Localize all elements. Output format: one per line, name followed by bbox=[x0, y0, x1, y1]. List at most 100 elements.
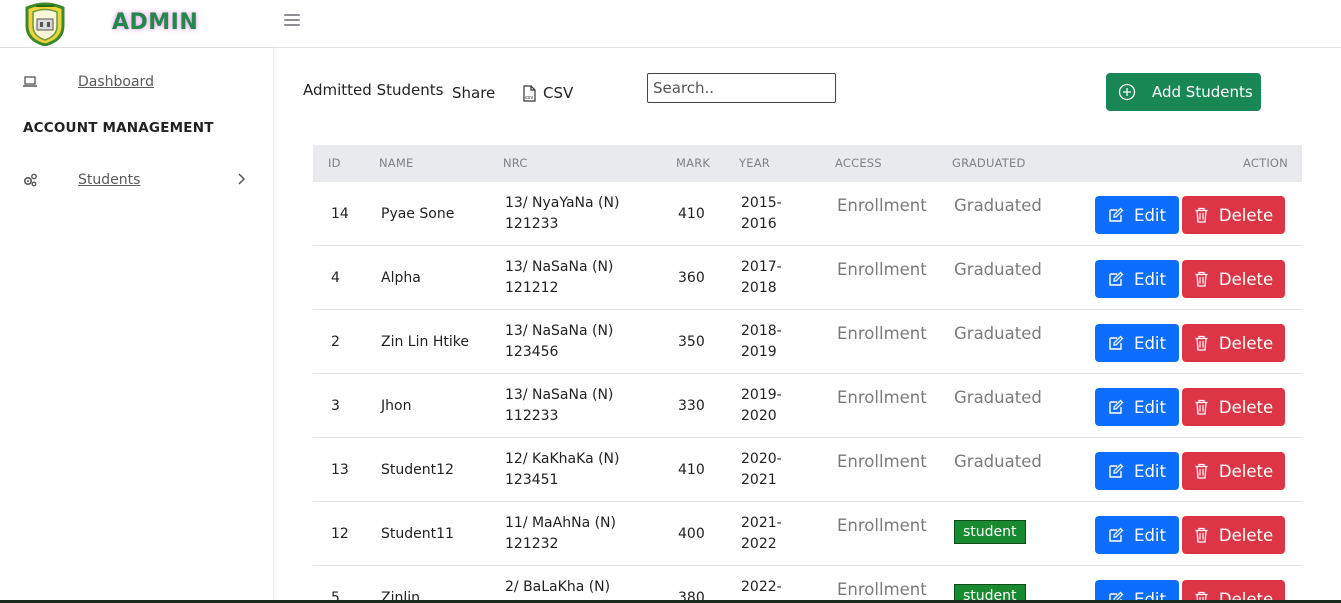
nrc-line: 13/ NyaYaNa (N) bbox=[505, 195, 620, 211]
cell-nrc: 11/ MaAhNa (N) 121232 bbox=[505, 513, 616, 555]
delete-label: Delete bbox=[1218, 397, 1274, 417]
edit-button[interactable]: Edit bbox=[1095, 580, 1179, 600]
edit-button[interactable]: Edit bbox=[1095, 516, 1179, 554]
cell-year: 2017- 2018 bbox=[741, 257, 782, 299]
trash-icon bbox=[1195, 271, 1208, 287]
add-students-label: Add Students bbox=[1152, 83, 1253, 101]
column-header-year[interactable]: YEAR bbox=[739, 156, 770, 170]
status-badge: student bbox=[954, 584, 1026, 600]
cell-year: 2018- 2019 bbox=[741, 321, 782, 363]
nrc-line: 13/ NaSaNa (N) bbox=[505, 259, 614, 275]
column-header-action[interactable]: ACTION bbox=[1243, 156, 1288, 170]
column-header-name[interactable]: NAME bbox=[379, 156, 413, 170]
edit-button[interactable]: Edit bbox=[1095, 452, 1179, 490]
delete-label: Delete bbox=[1218, 461, 1274, 481]
delete-button[interactable]: Delete bbox=[1182, 196, 1285, 234]
cell-name: Zin Lin Htike bbox=[381, 334, 469, 350]
year-line: 2021- bbox=[741, 515, 782, 531]
cell-name: Pyae Sone bbox=[381, 206, 455, 222]
search-input[interactable] bbox=[647, 73, 836, 103]
delete-label: Delete bbox=[1218, 269, 1274, 289]
year-line: 2018- bbox=[741, 323, 782, 339]
delete-button[interactable]: Delete bbox=[1182, 260, 1285, 298]
delete-button[interactable]: Delete bbox=[1182, 580, 1285, 600]
laptop-icon bbox=[23, 76, 37, 87]
chevron-right-icon[interactable] bbox=[236, 172, 246, 186]
edit-icon bbox=[1109, 591, 1124, 600]
table-row: 3 Jhon 13/ NaSaNa (N) 112233 330 2019- 2… bbox=[313, 374, 1302, 438]
delete-button[interactable]: Delete bbox=[1182, 388, 1285, 426]
column-header-graduated[interactable]: GRADUATED bbox=[952, 156, 1026, 170]
trash-icon bbox=[1195, 463, 1208, 479]
trash-icon bbox=[1195, 399, 1208, 415]
svg-text:csv: csv bbox=[525, 95, 533, 101]
cell-mark: 350 bbox=[678, 334, 705, 350]
cell-id: 2 bbox=[331, 334, 340, 350]
delete-label: Delete bbox=[1218, 525, 1274, 545]
cell-id: 12 bbox=[331, 526, 349, 542]
edit-button[interactable]: Edit bbox=[1095, 260, 1179, 298]
menu-toggle-icon[interactable] bbox=[284, 14, 300, 28]
cell-access: Enrollment bbox=[837, 324, 927, 343]
cell-mark: 410 bbox=[678, 462, 705, 478]
delete-label: Delete bbox=[1218, 589, 1274, 601]
sidebar-item-label: Dashboard bbox=[78, 74, 154, 90]
cell-name: Alpha bbox=[381, 270, 421, 286]
delete-button[interactable]: Delete bbox=[1182, 516, 1285, 554]
year-line: 2015- bbox=[741, 195, 782, 211]
sidebar-item-dashboard[interactable]: Dashboard bbox=[22, 74, 154, 90]
edit-icon bbox=[1109, 399, 1124, 414]
csv-export-button[interactable]: csv CSV bbox=[522, 84, 573, 102]
year-line: 2020- bbox=[741, 451, 782, 467]
csv-label: CSV bbox=[543, 84, 574, 102]
cell-nrc: 12/ KaKhaKa (N) 123451 bbox=[505, 449, 620, 491]
section-heading: ACCOUNT MANAGEMENT bbox=[23, 120, 214, 136]
cell-year: 2021- 2022 bbox=[741, 513, 782, 555]
cell-graduated: Graduated bbox=[954, 452, 1042, 471]
nrc-line: 11/ MaAhNa (N) bbox=[505, 515, 616, 531]
table-row: 5 Zinlin 2/ BaLaKha (N) 380 2022- Enroll… bbox=[313, 566, 1302, 600]
delete-button[interactable]: Delete bbox=[1182, 324, 1285, 362]
delete-label: Delete bbox=[1218, 205, 1274, 225]
cell-nrc: 13/ NyaYaNa (N) 121233 bbox=[505, 193, 619, 235]
cell-id: 13 bbox=[331, 462, 349, 478]
top-bar: ADMIN bbox=[0, 0, 1341, 48]
edit-icon bbox=[1109, 527, 1124, 542]
cell-nrc: 13/ NaSaNa (N) 112233 bbox=[505, 385, 613, 427]
school-crest-icon bbox=[25, 2, 65, 46]
year-line: 2018 bbox=[741, 280, 777, 296]
cell-year: 2022- bbox=[741, 577, 782, 598]
edit-button[interactable]: Edit bbox=[1095, 196, 1179, 234]
column-header-id[interactable]: ID bbox=[328, 156, 341, 170]
edit-button[interactable]: Edit bbox=[1095, 388, 1179, 426]
edit-icon bbox=[1109, 463, 1124, 478]
cell-year: 2015- 2016 bbox=[741, 193, 782, 235]
share-button[interactable]: Share bbox=[452, 84, 495, 102]
nrc-line: 123456 bbox=[505, 344, 559, 360]
cell-name: Student11 bbox=[381, 526, 454, 542]
cell-nrc: 13/ NaSaNa (N) 123456 bbox=[505, 321, 613, 363]
csv-file-icon: csv bbox=[523, 84, 536, 102]
delete-button[interactable]: Delete bbox=[1182, 452, 1285, 490]
year-line: 2021 bbox=[741, 472, 777, 488]
year-line: 2019 bbox=[741, 344, 777, 360]
cell-access: Enrollment bbox=[837, 452, 927, 471]
edit-icon bbox=[1109, 335, 1124, 350]
cell-nrc: 13/ NaSaNa (N) 121212 bbox=[505, 257, 613, 299]
edit-label: Edit bbox=[1134, 525, 1166, 545]
nrc-line: 121232 bbox=[505, 536, 559, 552]
column-header-access[interactable]: ACCESS bbox=[835, 156, 882, 170]
cell-graduated: Graduated bbox=[954, 260, 1042, 279]
year-line: 2019- bbox=[741, 387, 782, 403]
trash-icon bbox=[1195, 207, 1208, 223]
table-row: 2 Zin Lin Htike 13/ NaSaNa (N) 123456 35… bbox=[313, 310, 1302, 374]
cell-graduated: Graduated bbox=[954, 196, 1042, 215]
column-header-mark[interactable]: MARK bbox=[676, 156, 710, 170]
column-header-nrc[interactable]: NRC bbox=[503, 156, 528, 170]
edit-button[interactable]: Edit bbox=[1095, 324, 1179, 362]
nrc-line: 13/ NaSaNa (N) bbox=[505, 323, 614, 339]
sidebar-item-students[interactable]: Students bbox=[22, 172, 140, 188]
year-line: 2017- bbox=[741, 259, 782, 275]
page-title: Admitted Students bbox=[303, 81, 444, 99]
add-students-button[interactable]: Add Students bbox=[1106, 73, 1261, 111]
